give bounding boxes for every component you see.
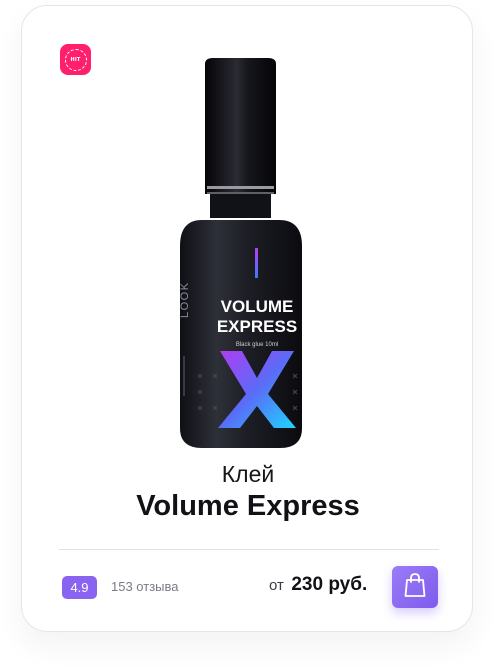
bottle-cap — [205, 58, 276, 194]
product-card[interactable]: HIT LOOK VOLUME EXPRESS Black glue 10ml … — [21, 5, 473, 632]
reviews-link[interactable]: 153 отзыва — [111, 579, 179, 594]
hit-badge-label: HIT — [64, 48, 87, 71]
product-category: Клей — [221, 461, 275, 487]
label-line1: VOLUME — [221, 297, 294, 316]
product-image[interactable]: LOOK VOLUME EXPRESS Black glue 10ml — [158, 56, 322, 451]
label-line2: EXPRESS — [217, 317, 297, 336]
product-name[interactable]: Volume Express — [22, 490, 474, 523]
rating-badge: 4.9 — [62, 576, 97, 599]
label-sub: Black glue 10ml — [236, 342, 278, 348]
shopping-bag-icon — [404, 572, 426, 603]
price-prefix: от — [269, 577, 284, 594]
cap-ring — [207, 186, 274, 189]
hit-badge: HIT — [60, 44, 91, 75]
add-to-cart-button[interactable] — [392, 566, 438, 608]
divider — [59, 549, 439, 550]
brand-vertical-text: LOOK — [179, 281, 191, 318]
price-value: 230 руб. — [291, 574, 368, 595]
price: от 230 руб. — [269, 574, 367, 596]
